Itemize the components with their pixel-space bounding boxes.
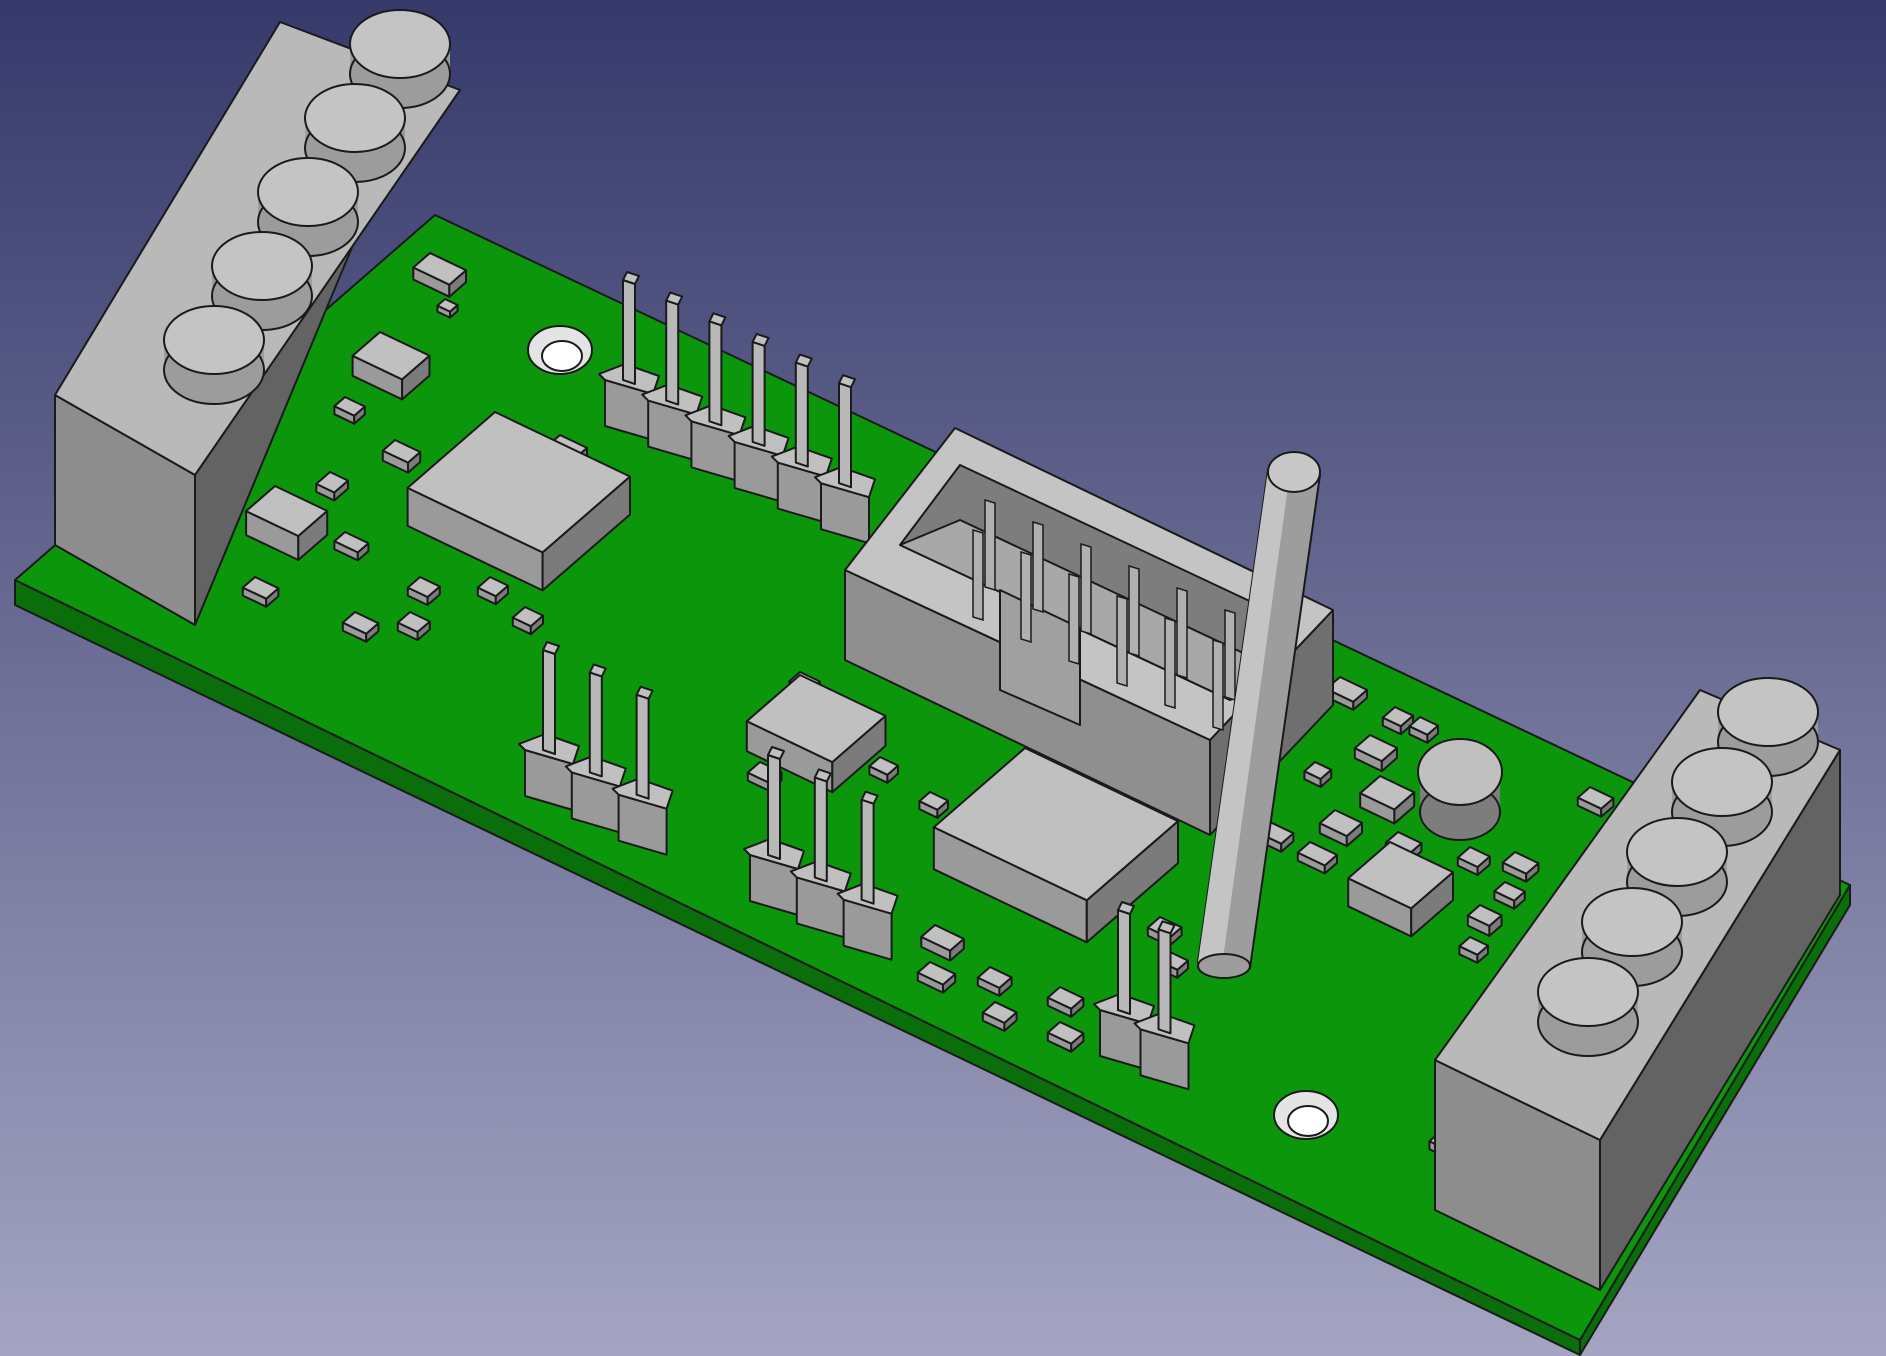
- idc-pin: [1212, 638, 1224, 732]
- idc-pin: [1068, 572, 1080, 666]
- idc-pin: [1224, 608, 1236, 702]
- idc-pin: [1128, 564, 1140, 658]
- mounting-hole-1: [527, 325, 593, 375]
- pcb-3d-scene[interactable]: [0, 0, 1886, 1356]
- power-inductor[interactable]: [1417, 738, 1503, 841]
- mounting-hole-2: [1273, 1090, 1339, 1140]
- 3d-viewport[interactable]: [0, 0, 1886, 1356]
- idc-pin: [972, 528, 984, 622]
- terminal-screw[interactable]: [163, 305, 265, 405]
- idc-pin: [1080, 542, 1092, 636]
- terminal-screw[interactable]: [1537, 957, 1639, 1057]
- idc-pin: [1020, 550, 1032, 644]
- idc-pin: [1116, 594, 1128, 688]
- idc-pin: [984, 498, 996, 592]
- idc-pin: [1176, 586, 1188, 680]
- idc-pin: [1032, 520, 1044, 614]
- idc-pin: [1164, 616, 1176, 710]
